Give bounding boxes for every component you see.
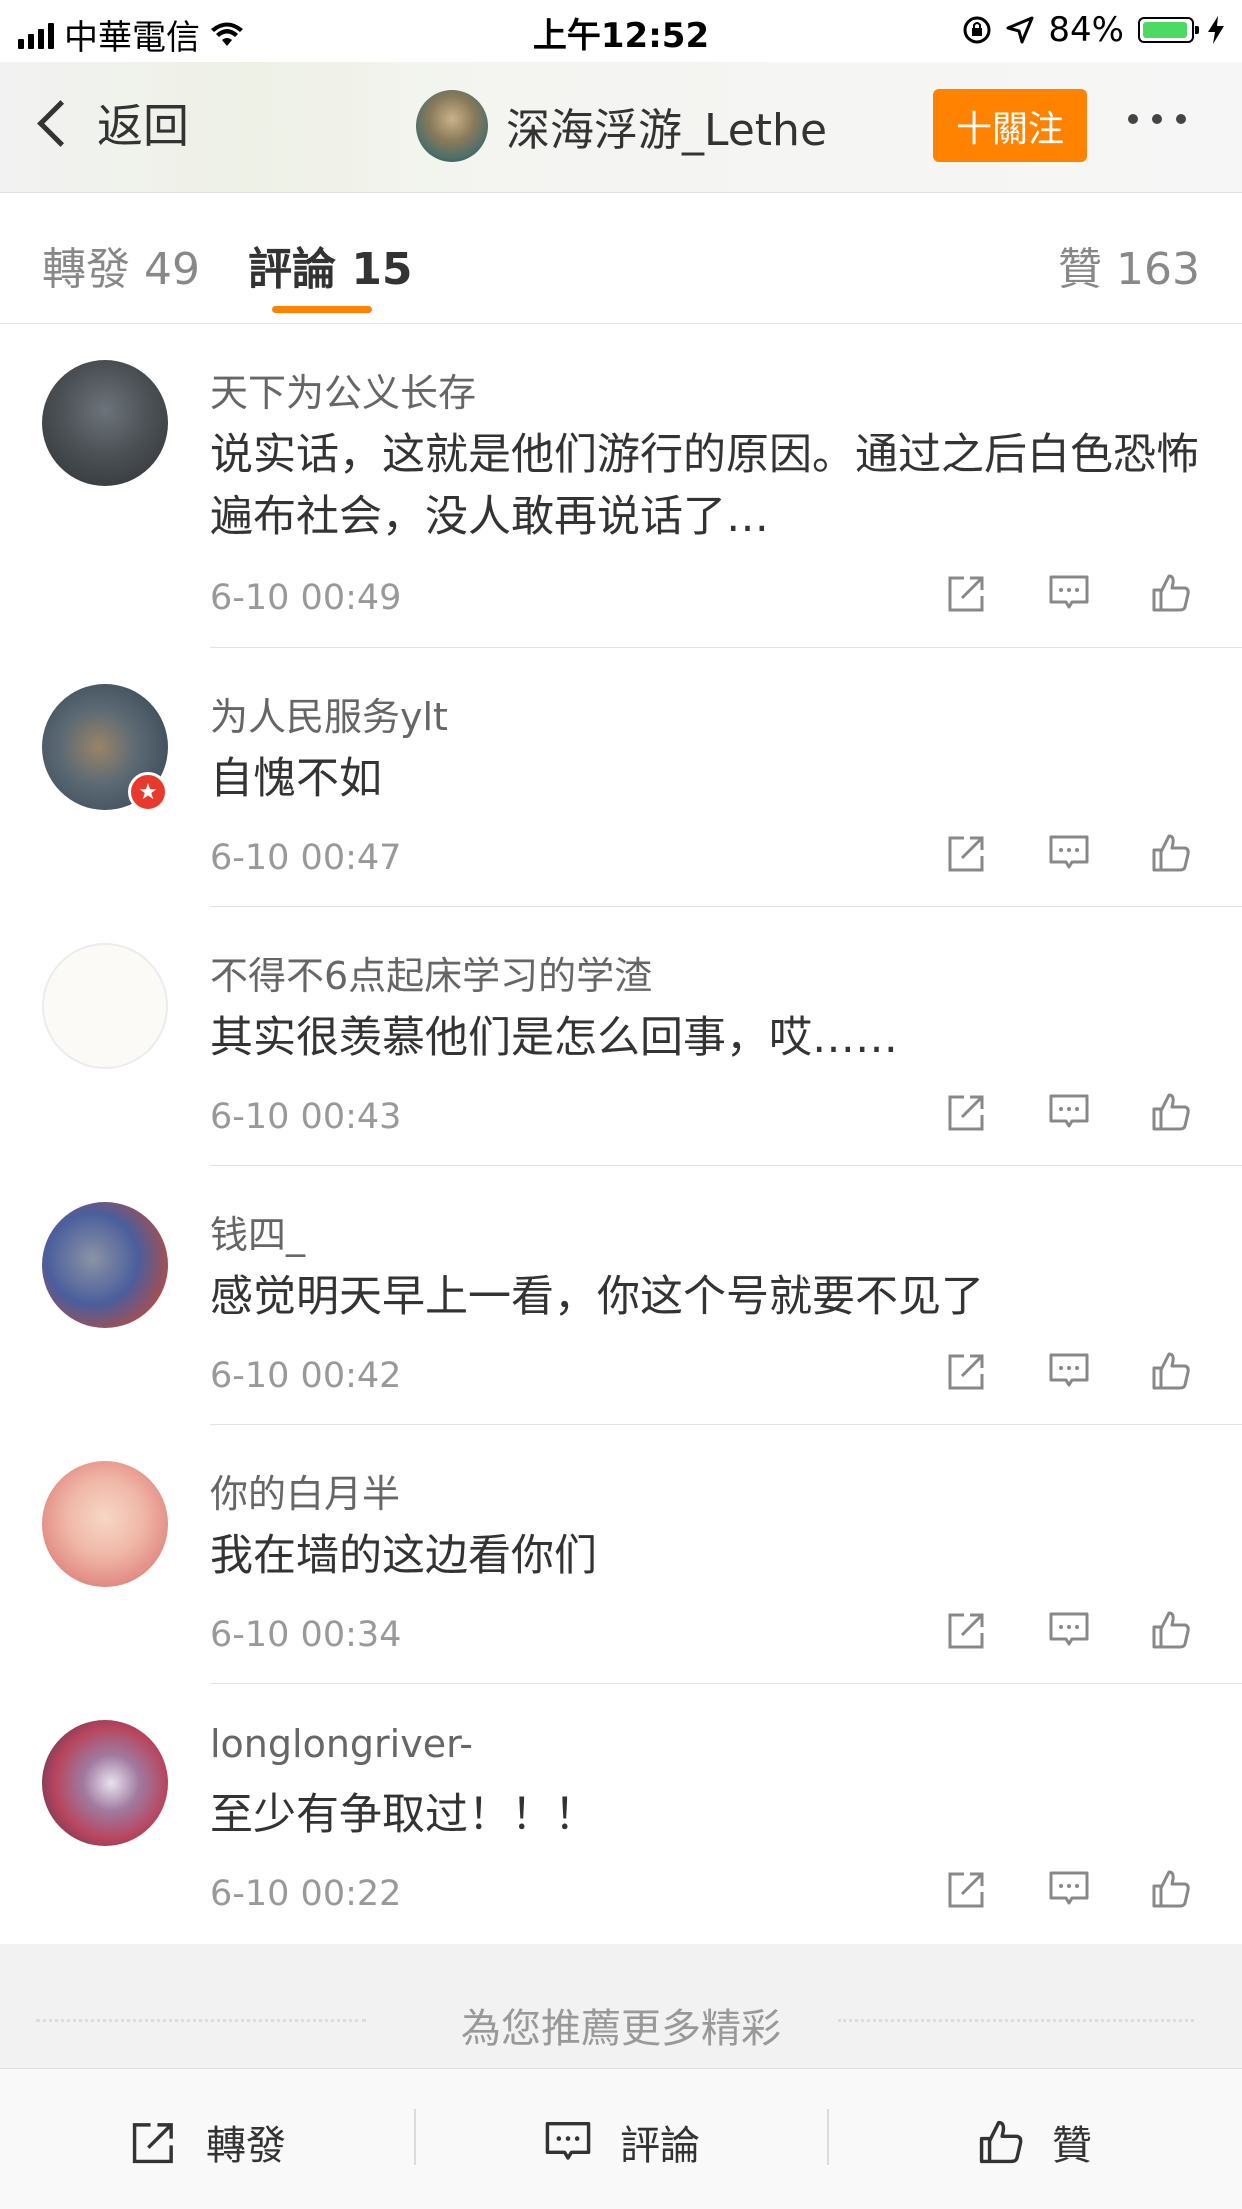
more-icon[interactable] — [1128, 114, 1186, 124]
comment-username[interactable]: 天下为公义长存 — [210, 362, 476, 417]
share-icon[interactable] — [946, 1091, 988, 1133]
like-icon[interactable] — [1150, 1868, 1192, 1910]
comment-text: 我在墙的这边看你们 — [210, 1531, 597, 1581]
comment-text: 至少有争取过！！！ — [210, 1790, 597, 1840]
comment-actions — [946, 572, 1192, 614]
verified-badge-icon: ★ — [128, 772, 168, 812]
tab-bar: 轉發 49 評論 15 贊 163 — [0, 193, 1242, 324]
comment-item: 你的白月半 我在墙的这边看你们 6-10 00:34 — [0, 1425, 1242, 1684]
recommend-banner[interactable]: 為您推薦更多精彩 — [0, 1944, 1242, 2068]
like-icon[interactable] — [1150, 572, 1192, 614]
active-tab-indicator — [272, 306, 372, 313]
share-icon — [132, 2123, 173, 2164]
like-icon[interactable] — [1150, 1350, 1192, 1392]
share-icon[interactable] — [946, 572, 988, 614]
share-icon[interactable] — [946, 832, 988, 874]
comment-time: 6-10 00:43 — [210, 1097, 402, 1137]
comment-time: 6-10 00:34 — [210, 1615, 402, 1655]
tab-repost[interactable]: 轉發 49 — [42, 233, 200, 297]
comment-username[interactable]: 钱四_ — [210, 1204, 305, 1259]
avatar[interactable] — [42, 360, 168, 486]
comment-icon[interactable] — [1048, 1609, 1090, 1651]
comment-item: ★ 为人民服务ylt 自愧不如 6-10 00:47 — [0, 648, 1242, 907]
comment-time: 6-10 00:42 — [210, 1356, 402, 1396]
status-bar: 中華電信 上午12:52 84% — [0, 0, 1242, 62]
like-icon[interactable] — [1150, 1091, 1192, 1133]
avatar[interactable] — [42, 1202, 168, 1328]
like-button[interactable]: 贊 — [976, 2113, 1092, 2171]
nav-user[interactable]: 深海浮游_Lethe — [416, 90, 827, 162]
back-label: 返回 — [97, 99, 189, 153]
bottom-toolbar: 轉發 評論 贊 — [0, 2068, 1242, 2209]
comment-username[interactable]: 不得不6点起床学习的学渣 — [210, 945, 652, 1000]
comment-username[interactable]: 你的白月半 — [210, 1463, 400, 1518]
charging-icon — [1208, 16, 1224, 44]
comment-icon[interactable] — [1048, 1350, 1090, 1392]
location-icon — [1006, 16, 1034, 44]
recommend-text: 為您推薦更多精彩 — [461, 2006, 781, 2052]
comment-label: 評論 — [620, 2123, 700, 2169]
comment-icon[interactable] — [1048, 572, 1090, 614]
tab-likes[interactable]: 贊 163 — [1058, 233, 1200, 297]
comment-list: 天下为公义长存 说实话，这就是他们游行的原因。通过之后白色恐怖遍布社会，没人敢再… — [0, 324, 1242, 1944]
divider — [838, 2019, 1194, 2022]
comment-actions — [946, 1609, 1192, 1651]
comment-item: 天下为公义长存 说实话，这就是他们游行的原因。通过之后白色恐怖遍布社会，没人敢再… — [0, 324, 1242, 648]
comment-item: 不得不6点起床学习的学渣 其实很羡慕他们是怎么回事，哎…… 6-10 00:43 — [0, 907, 1242, 1166]
nav-username: 深海浮游_Lethe — [506, 105, 828, 156]
comment-text: 说实话，这就是他们游行的原因。通过之后白色恐怖遍布社会，没人敢再说话了… — [210, 430, 1199, 542]
comment-text: 自愧不如 — [210, 754, 382, 804]
divider — [827, 2109, 829, 2165]
battery-icon — [1138, 17, 1199, 43]
comment-time: 6-10 00:47 — [210, 838, 402, 878]
comment-actions — [946, 1350, 1192, 1392]
comment-icon[interactable] — [1048, 1091, 1090, 1133]
repost-button[interactable]: 轉發 — [128, 2113, 286, 2171]
tab-comments[interactable]: 評論 15 — [248, 233, 413, 297]
share-icon[interactable] — [946, 1868, 988, 1910]
comment-username[interactable]: 为人民服务ylt — [210, 686, 448, 741]
chevron-left-icon — [37, 99, 84, 147]
comment-icon[interactable] — [1048, 1868, 1090, 1910]
comment-item: longlongriver- 至少有争取过！！！ 6-10 00:22 — [0, 1684, 1242, 1944]
status-right: 84% — [962, 10, 1224, 50]
like-icon[interactable] — [1150, 1609, 1192, 1651]
divider — [414, 2109, 416, 2165]
battery-percent: 84% — [1048, 10, 1124, 50]
orientation-lock-icon — [963, 16, 991, 44]
comment-item: 钱四_ 感觉明天早上一看，你这个号就要不见了 6-10 00:42 — [0, 1166, 1242, 1425]
comment-actions — [946, 1868, 1192, 1910]
comment-icon — [545, 2122, 591, 2160]
avatar[interactable] — [416, 90, 488, 162]
comment-actions — [946, 832, 1192, 874]
comment-username[interactable]: longlongriver- — [210, 1722, 473, 1766]
comment-text: 其实很羡慕他们是怎么回事，哎…… — [210, 1013, 898, 1063]
comment-text: 感觉明天早上一看，你这个号就要不见了 — [210, 1272, 984, 1322]
like-label: 贊 — [1052, 2123, 1092, 2169]
share-icon[interactable] — [946, 1609, 988, 1651]
comment-icon[interactable] — [1048, 832, 1090, 874]
avatar[interactable] — [42, 943, 168, 1069]
avatar[interactable] — [42, 1461, 168, 1587]
share-icon[interactable] — [946, 1350, 988, 1392]
comment-button[interactable]: 評論 — [542, 2113, 700, 2171]
comment-actions — [946, 1091, 1192, 1133]
nav-bar: 返回 深海浮游_Lethe 十關注 — [0, 62, 1242, 193]
comment-time: 6-10 00:49 — [210, 578, 402, 618]
like-icon[interactable] — [1150, 832, 1192, 874]
comment-time: 6-10 00:22 — [210, 1874, 402, 1914]
follow-button[interactable]: 十關注 — [933, 89, 1087, 162]
like-icon — [979, 2120, 1023, 2164]
repost-label: 轉發 — [206, 2123, 286, 2169]
back-button[interactable]: 返回 — [30, 90, 189, 156]
avatar[interactable] — [42, 1720, 168, 1846]
